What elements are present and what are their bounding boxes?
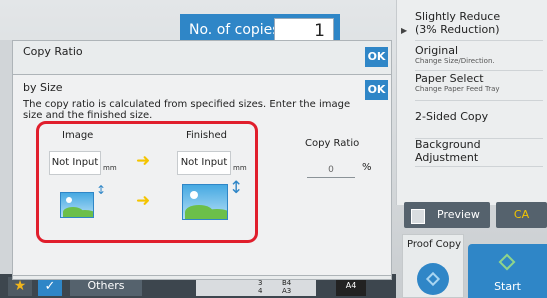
tray-size: B4 bbox=[282, 279, 292, 287]
unit-label: mm bbox=[233, 164, 247, 172]
copy-ratio-label: Copy Ratio bbox=[305, 138, 360, 149]
copy-ratio-unit: % bbox=[362, 162, 372, 173]
image-label: Image bbox=[62, 130, 94, 141]
proof-copy-icon bbox=[417, 263, 449, 295]
image-size-input[interactable]: Not Input bbox=[49, 151, 101, 175]
menu-item-title: 2-Sided Copy bbox=[415, 110, 489, 123]
preview-label: Preview bbox=[437, 208, 480, 221]
resize-icon: ↕ bbox=[229, 178, 244, 198]
arrow-right-icon: ➜ bbox=[136, 151, 151, 171]
play-arrow-icon: ▶ bbox=[401, 26, 408, 35]
menu-item-paper-select[interactable]: Paper Select Change Paper Feed Tray bbox=[415, 72, 543, 101]
menu-item-title: Original bbox=[415, 44, 459, 57]
menu-item-title: Paper Select bbox=[415, 72, 484, 85]
start-icon bbox=[498, 253, 516, 271]
menu-item-sub: Change Paper Feed Tray bbox=[415, 85, 500, 93]
preview-button[interactable]: Preview bbox=[404, 202, 490, 228]
dialog-title: by Size bbox=[23, 81, 63, 94]
start-button[interactable]: Start bbox=[468, 244, 547, 298]
dialog-description: The copy ratio is calculated from specif… bbox=[23, 99, 351, 119]
menu-item-background-adjustment[interactable]: Background Adjustment bbox=[415, 134, 543, 167]
proof-copy-button[interactable]: Proof Copy bbox=[402, 234, 464, 298]
menu-item-title: Background Adjustment bbox=[415, 138, 481, 164]
preview-icon bbox=[411, 209, 425, 224]
copy-ratio-ok-button[interactable]: OK bbox=[365, 47, 388, 67]
finished-label: Finished bbox=[186, 130, 227, 141]
finished-size-input[interactable]: Not Input bbox=[177, 151, 231, 175]
menu-item-sub: (3% Reduction) bbox=[415, 23, 500, 36]
start-label: Start bbox=[494, 280, 521, 293]
resize-icon: ↕ bbox=[96, 183, 107, 197]
menu-item-title: Slightly Reduce bbox=[415, 10, 501, 23]
copy-ratio-value: 0 bbox=[307, 162, 355, 178]
unit-label: mm bbox=[103, 164, 117, 172]
right-menu: ▶ Slightly Reduce (3% Reduction) Origina… bbox=[396, 0, 547, 205]
arrow-right-icon: ➜ bbox=[136, 191, 151, 211]
image-picture-icon bbox=[60, 192, 94, 218]
menu-item-sub: Change Size/Direction. bbox=[415, 57, 495, 65]
by-size-ok-button[interactable]: OK bbox=[365, 80, 388, 100]
tray-number: 3 bbox=[258, 279, 263, 287]
tray-number: 4 bbox=[258, 287, 263, 295]
finished-picture-icon bbox=[182, 184, 228, 220]
copies-label: No. of copies bbox=[189, 22, 280, 38]
clear-all-button[interactable]: CA bbox=[496, 202, 547, 228]
menu-item-original[interactable]: Original Change Size/Direction. bbox=[415, 44, 543, 71]
menu-item-slightly-reduce[interactable]: Slightly Reduce (3% Reduction) bbox=[415, 10, 543, 41]
left-edge-strip bbox=[0, 40, 12, 274]
dialog-title: Copy Ratio bbox=[23, 45, 83, 58]
tray-size: A3 bbox=[282, 287, 292, 295]
proof-copy-label: Proof Copy bbox=[407, 239, 462, 250]
